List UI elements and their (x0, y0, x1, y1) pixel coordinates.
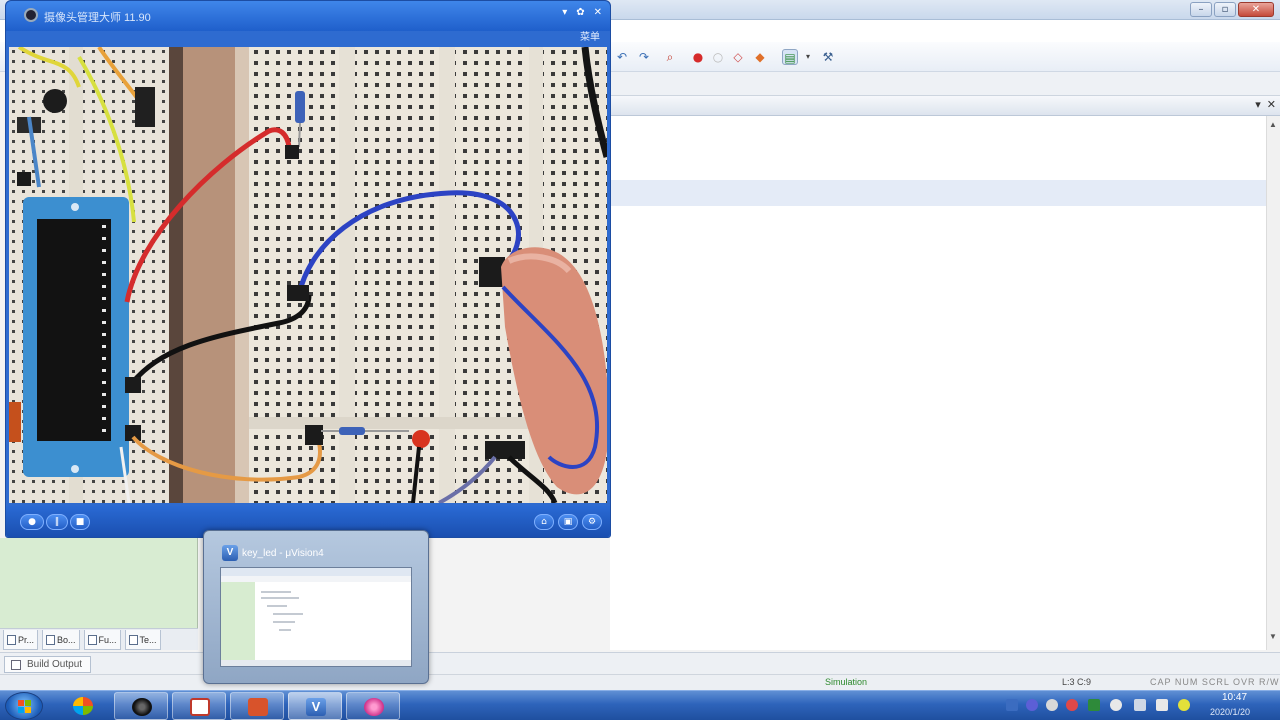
cursor-position: L:3 C:9 (1062, 677, 1092, 687)
simulation-status: Simulation (825, 677, 868, 687)
clock-time[interactable]: 10:47 (1222, 692, 1247, 703)
books-icon (46, 634, 56, 645)
settings-gear-icon[interactable]: ⚙ (582, 514, 602, 530)
tab-label: Bo... (57, 634, 76, 645)
scroll-up-icon[interactable]: ▲ (1266, 120, 1280, 138)
taskbar-browser[interactable] (56, 692, 110, 720)
network-icon[interactable] (1006, 699, 1018, 711)
camera-titlebar[interactable]: 摄像头管理大师 11.90 ▾ ✿ ✕ (6, 1, 610, 31)
record-button[interactable]: ● (20, 514, 44, 530)
camera-title: 摄像头管理大师 11.90 (44, 12, 151, 24)
kill-breakpoints-icon[interactable]: ◆ (752, 49, 768, 65)
taskbar-media-player[interactable] (114, 692, 168, 720)
stop-button[interactable]: ■ (70, 514, 90, 530)
windows-taskbar: V (0, 690, 1280, 720)
home-icon[interactable]: ⌂ (534, 514, 554, 530)
ide-toolbar-strip (610, 72, 1280, 96)
tab-templates[interactable]: Te... (124, 630, 161, 650)
project-tabs: Pr... Bo... Fu... Te... (0, 628, 198, 650)
functions-icon (87, 634, 97, 645)
tab-books[interactable]: Bo... (42, 630, 80, 650)
tab-label: Pr... (18, 634, 35, 645)
settings-wrench-icon[interactable]: ⚒ (820, 49, 836, 65)
camera-video-feed (9, 47, 607, 503)
power-icon[interactable] (1156, 699, 1168, 711)
breakpoint-icon[interactable]: ● (690, 49, 706, 65)
build-output-icon (11, 659, 21, 670)
clock-date[interactable]: 2020/1/20 (1210, 707, 1250, 717)
editor-scrollbar[interactable] (1266, 116, 1280, 650)
tab-label: Te... (139, 634, 157, 645)
breadboard-photo (9, 47, 607, 503)
tab-functions[interactable]: Fu... (83, 630, 121, 650)
templates-icon (128, 634, 138, 645)
tray-info-icon[interactable] (1110, 699, 1122, 711)
taskbar-camera[interactable] (346, 692, 400, 720)
output-panel-bar: Build Output (0, 652, 1280, 674)
minimize-button[interactable]: – (1190, 2, 1212, 17)
breakpoint-disabled-icon[interactable]: ○ (710, 49, 726, 65)
snapshot-icon[interactable]: ▣ (558, 514, 578, 530)
tab-project[interactable]: Pr... (3, 630, 39, 650)
view-window-icon[interactable]: ▤ (782, 49, 798, 65)
windows-logo-icon (18, 700, 31, 713)
powerpoint-icon (248, 698, 268, 716)
presentation-icon (190, 698, 210, 716)
camera-viewer-window: 摄像头管理大师 11.90 ▾ ✿ ✕ 菜单 ● ‖ ■ ⌂ ▣ ⚙ (5, 0, 611, 538)
tray-notify-icon[interactable] (1178, 699, 1190, 711)
camera-app-taskbar-icon (364, 698, 384, 716)
redo-icon[interactable]: ↷ (636, 49, 652, 65)
build-output-tab[interactable]: Build Output (4, 656, 92, 673)
tab-menu-icon[interactable]: ▾ (1255, 98, 1261, 111)
clear-breakpoints-icon[interactable]: ◇ (730, 49, 746, 65)
camera-window-controls: ▾ ✿ ✕ (562, 7, 602, 18)
project-icon (7, 634, 16, 645)
taskbar-slides[interactable] (172, 692, 226, 720)
preview-title: key_led - μVision4 (242, 548, 324, 559)
camera-menu-link[interactable]: 菜单 (580, 28, 600, 43)
taskbar-thumbnail-preview[interactable]: V key_led - μVision4 (203, 530, 429, 684)
status-bar: Simulation L:3 C:9 CAP NUM SCRL OVR R/W (0, 674, 1280, 690)
code-editor[interactable] (610, 116, 1266, 650)
taskbar-powerpoint[interactable] (230, 692, 284, 720)
camera-close-icon[interactable]: ✕ (594, 7, 602, 18)
scroll-down-icon[interactable]: ▼ (1266, 632, 1280, 650)
uvision-icon: V (222, 545, 238, 561)
tray-app-icon[interactable] (1046, 699, 1058, 711)
taskbar-uvision[interactable]: V (288, 692, 342, 720)
volume-icon[interactable] (1134, 699, 1146, 711)
maximize-button[interactable]: ▫ (1214, 2, 1236, 17)
camera-minimize-icon[interactable]: ▾ (562, 7, 567, 18)
camera-app-icon (24, 8, 38, 22)
preview-mini-screenshot (221, 568, 411, 666)
antivirus-icon[interactable] (1066, 699, 1078, 711)
browser-icon (73, 697, 93, 715)
find-icon[interactable]: ⌕ (662, 49, 678, 65)
start-button[interactable] (5, 692, 43, 720)
pause-button[interactable]: ‖ (46, 514, 68, 530)
tab-label: Fu... (98, 634, 117, 645)
editor-tab-header: ▾ ✕ (610, 96, 1280, 116)
dropdown-arrow-icon[interactable]: ▾ (800, 49, 816, 65)
current-line-highlight (610, 180, 1266, 206)
preview-window-image (220, 567, 412, 667)
bluetooth-icon[interactable] (1026, 699, 1038, 711)
media-player-icon (132, 698, 152, 716)
close-editor-icon[interactable]: ✕ (1267, 98, 1276, 111)
camera-skin-icon[interactable]: ✿ (576, 7, 584, 18)
uvision-taskbar-icon: V (306, 698, 326, 716)
close-button[interactable]: ✕ (1238, 2, 1274, 17)
keyboard-indicators: CAP NUM SCRL OVR R/W (1150, 677, 1280, 687)
build-output-label: Build Output (27, 659, 83, 670)
project-pane[interactable] (0, 538, 198, 628)
security-shield-icon[interactable] (1088, 699, 1100, 711)
undo-icon[interactable]: ↶ (614, 49, 630, 65)
ide-window-controls: – ▫ ✕ (1190, 2, 1274, 17)
